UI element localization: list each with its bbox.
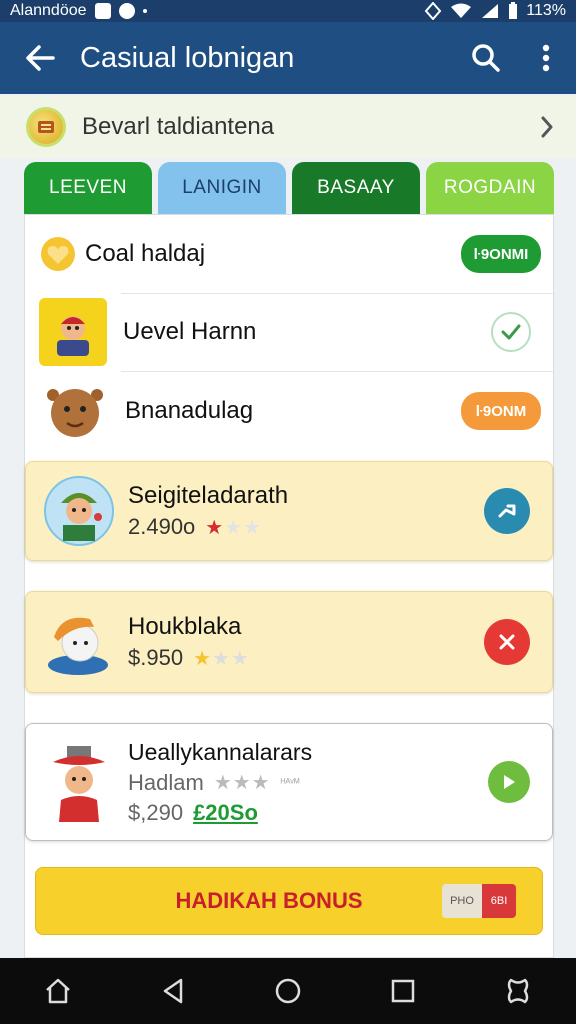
offer-card[interactable]: Houkblaka $.950 ★★★ xyxy=(25,591,553,693)
back-icon xyxy=(163,978,183,1004)
messenger-icon xyxy=(118,3,135,19)
card-subtitle: Hadlam xyxy=(128,769,204,795)
play-icon xyxy=(504,775,515,789)
card-action-button[interactable] xyxy=(484,619,530,665)
more-options-button[interactable] xyxy=(516,22,576,94)
character-avatar xyxy=(44,746,114,822)
list-item[interactable]: Uevel Harnn xyxy=(25,293,555,371)
nav-recents-button[interactable] xyxy=(373,961,433,1021)
card-title: Ueallykannalarars xyxy=(128,738,313,765)
page-title: Casiual lobnigan xyxy=(80,41,295,74)
character-avatar xyxy=(39,298,107,366)
card-old-price: $,290 xyxy=(128,799,184,825)
star-rating: ★★★ xyxy=(205,516,263,539)
card-action-button[interactable] xyxy=(488,761,530,803)
bonus-tag-right: 6BI xyxy=(482,884,516,918)
card-action-button[interactable] xyxy=(484,488,530,534)
row-badge-button[interactable]: ŀ9ONM xyxy=(461,392,541,430)
category-tabs: LEEVEN LANIGIN BASAAY ROGDAIN xyxy=(24,162,554,214)
nav-home-button[interactable] xyxy=(28,961,88,1021)
home-icon xyxy=(45,978,70,1004)
back-arrow-icon xyxy=(26,45,55,71)
tab-leeven[interactable]: LEEVEN xyxy=(24,162,152,214)
nav-custom-button[interactable] xyxy=(488,961,548,1021)
star-rating: ★★★ xyxy=(193,647,250,670)
coin-badge-icon xyxy=(26,107,66,147)
card-sale-price: £20So xyxy=(193,799,258,825)
heart-coin-icon xyxy=(41,237,75,271)
list-header-title: Coal haldaj xyxy=(85,240,206,267)
arrow-icon xyxy=(498,504,516,518)
list-header: Coal haldaj ŀ9ONMI xyxy=(25,215,555,293)
list-item-name: Bnanadulag xyxy=(125,397,254,424)
battery-text: 113% xyxy=(526,2,566,19)
nav-circle-home-button[interactable] xyxy=(258,961,318,1021)
bonus-tag-left: PHO xyxy=(450,895,474,907)
card-price: $.950 xyxy=(128,645,184,670)
battery-icon xyxy=(509,2,518,19)
navigation-bar xyxy=(0,958,576,1024)
back-button[interactable] xyxy=(0,22,80,94)
location-icon xyxy=(424,2,442,20)
header-badge-button[interactable]: ŀ9ONMI xyxy=(461,235,541,273)
list-item-name: Uevel Harnn xyxy=(123,318,257,345)
character-avatar xyxy=(44,476,114,546)
status-bar: Alanndöoe 113% xyxy=(0,0,576,22)
custom-gesture-icon xyxy=(508,978,529,1004)
recents-icon xyxy=(391,979,415,1003)
more-vert-icon xyxy=(542,44,550,72)
content-panel: Coal haldaj ŀ9ONMI Uevel Harnn Bnanadula… xyxy=(24,214,555,958)
nav-back-button[interactable] xyxy=(143,961,203,1021)
circle-home-icon xyxy=(275,978,301,1004)
character-avatar xyxy=(44,607,114,677)
app-bar: Casiual lobnigan xyxy=(0,22,576,94)
bonus-button[interactable]: HADIKAH BONUS PHO 6BI xyxy=(35,867,543,935)
offer-card[interactable]: Ueallykannalarars Hadlam ★★★ ᴴᴬᵛᴹ $,290 … xyxy=(25,723,553,841)
tab-lanigin[interactable]: LANIGIN xyxy=(158,162,286,214)
close-icon xyxy=(499,634,515,650)
chevron-right-icon xyxy=(541,116,553,138)
offer-card[interactable]: Seigiteladarath 2.490o ★★★ xyxy=(25,461,553,561)
tab-rogdain[interactable]: ROGDAIN xyxy=(426,162,554,214)
card-price: 2.490o xyxy=(128,514,196,539)
carrier-text: Alanndöoe xyxy=(10,2,87,19)
bonus-tag: PHO 6BI xyxy=(442,884,516,918)
wifi-icon xyxy=(451,3,472,18)
search-button[interactable] xyxy=(456,22,516,94)
signal-icon xyxy=(482,4,499,18)
app-square-icon xyxy=(94,3,111,19)
card-title: Houkblaka xyxy=(128,613,242,640)
rating-extra: ᴴᴬᵛᴹ xyxy=(280,776,300,789)
check-icon xyxy=(501,324,521,340)
check-status-button[interactable] xyxy=(491,312,531,352)
promo-banner[interactable]: Bevarl taldiantena xyxy=(0,96,576,158)
dot-icon xyxy=(142,9,147,13)
character-avatar xyxy=(43,379,107,443)
bonus-label: HADIKAH BONUS xyxy=(175,888,363,913)
banner-text: Bevarl taldiantena xyxy=(82,113,275,140)
list-item[interactable]: Bnanadulag ŀ9ONM xyxy=(25,371,555,451)
card-title: Seigiteladarath xyxy=(128,482,289,509)
search-icon xyxy=(472,44,500,72)
star-rating: ★★★ xyxy=(213,772,271,794)
tab-basaay[interactable]: BASAAY xyxy=(292,162,420,214)
